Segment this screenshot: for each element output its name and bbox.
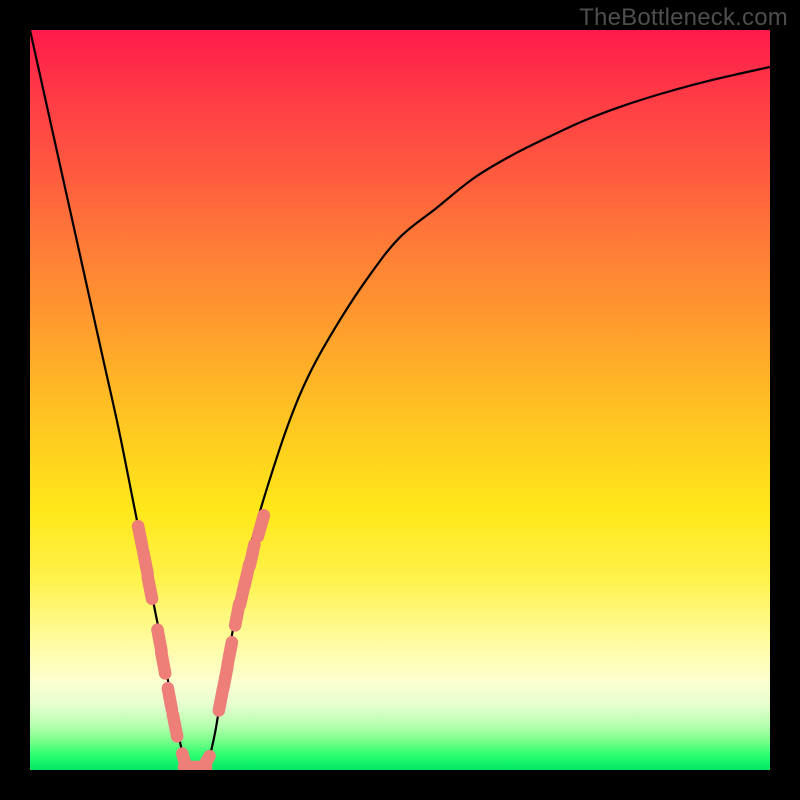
bottleneck-curve — [30, 30, 770, 770]
curve-marker — [250, 545, 255, 566]
curve-marker — [148, 577, 152, 599]
curve-marker — [161, 652, 165, 674]
plot-area — [30, 30, 770, 770]
curve-marker — [198, 756, 209, 770]
curve-marker — [228, 642, 232, 664]
curve-marker — [168, 688, 172, 710]
curve-marker — [173, 715, 177, 737]
curve-marker — [143, 552, 147, 574]
curve-marker — [258, 515, 264, 536]
marker-layer — [138, 515, 264, 770]
curve-marker — [138, 526, 142, 548]
outer-frame: TheBottleneck.com — [0, 0, 800, 800]
curve-layer — [30, 30, 770, 770]
watermark-text: TheBottleneck.com — [579, 4, 788, 32]
